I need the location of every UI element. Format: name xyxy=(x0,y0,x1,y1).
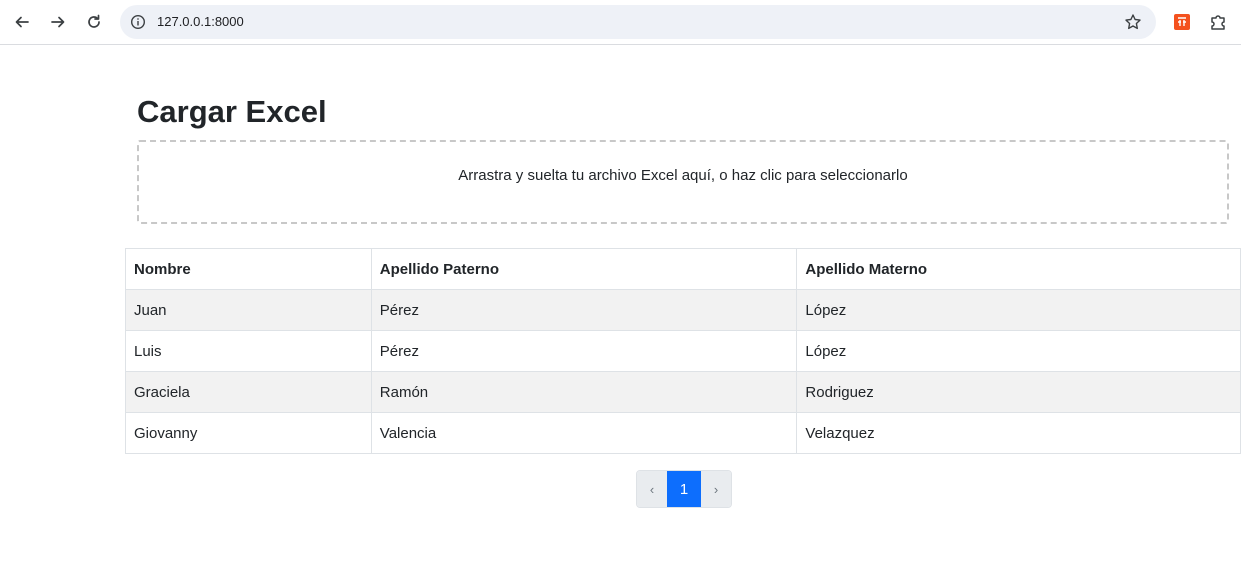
cell-apellido-paterno: Pérez xyxy=(370,330,798,372)
address-bar[interactable]: 127.0.0.1:8000 xyxy=(120,5,1156,39)
extension-app-icon[interactable] xyxy=(1173,13,1191,31)
dropzone-instructions: Arrastra y suelta tu archivo Excel aquí,… xyxy=(458,167,908,184)
cell-apellido-paterno: Pérez xyxy=(370,289,798,331)
cell-apellido-materno: López xyxy=(796,289,1241,331)
column-header-nombre: Nombre xyxy=(125,248,372,290)
cell-nombre: Giovanny xyxy=(125,412,372,454)
table-row: Graciela Ramón Rodriguez xyxy=(125,371,1241,413)
table-row: Giovanny Valencia Velazquez xyxy=(125,412,1241,454)
forward-arrow-icon xyxy=(51,16,65,28)
table-header-row: Nombre Apellido Paterno Apellido Materno xyxy=(125,248,1241,290)
page-title: Cargar Excel xyxy=(137,94,327,129)
browser-toolbar: 127.0.0.1:8000 xyxy=(0,0,1241,45)
table-row: Luis Pérez López xyxy=(125,330,1241,372)
excel-dropzone[interactable]: Arrastra y suelta tu archivo Excel aquí,… xyxy=(137,140,1229,224)
back-button[interactable] xyxy=(8,8,36,36)
cell-nombre: Juan xyxy=(125,289,372,331)
column-header-apellido-paterno: Apellido Paterno xyxy=(370,248,798,290)
table-row: Juan Pérez López xyxy=(125,289,1241,331)
url-text[interactable]: 127.0.0.1:8000 xyxy=(157,14,244,29)
extensions-puzzle-icon[interactable] xyxy=(1209,13,1227,31)
bookmark-star-icon[interactable] xyxy=(1124,13,1142,31)
forward-button[interactable] xyxy=(44,8,72,36)
previous-page-button[interactable]: ‹ xyxy=(637,471,667,507)
cell-apellido-paterno: Valencia xyxy=(370,412,798,454)
cell-apellido-materno: Rodriguez xyxy=(796,371,1241,413)
site-info-icon[interactable] xyxy=(130,14,146,30)
data-table: Nombre Apellido Paterno Apellido Materno… xyxy=(125,248,1241,454)
next-page-button[interactable]: › xyxy=(701,471,731,507)
cell-apellido-materno: Velazquez xyxy=(796,412,1241,454)
page-1-button[interactable]: 1 xyxy=(667,471,701,507)
cell-apellido-materno: López xyxy=(796,330,1241,372)
pagination: ‹ 1 › xyxy=(636,470,732,508)
cell-apellido-paterno: Ramón xyxy=(370,371,798,413)
cell-nombre: Luis xyxy=(125,330,372,372)
column-header-apellido-materno: Apellido Materno xyxy=(796,248,1241,290)
reload-button[interactable] xyxy=(80,8,108,36)
back-arrow-icon xyxy=(15,16,29,28)
reload-icon xyxy=(88,14,100,28)
cell-nombre: Graciela xyxy=(125,371,372,413)
